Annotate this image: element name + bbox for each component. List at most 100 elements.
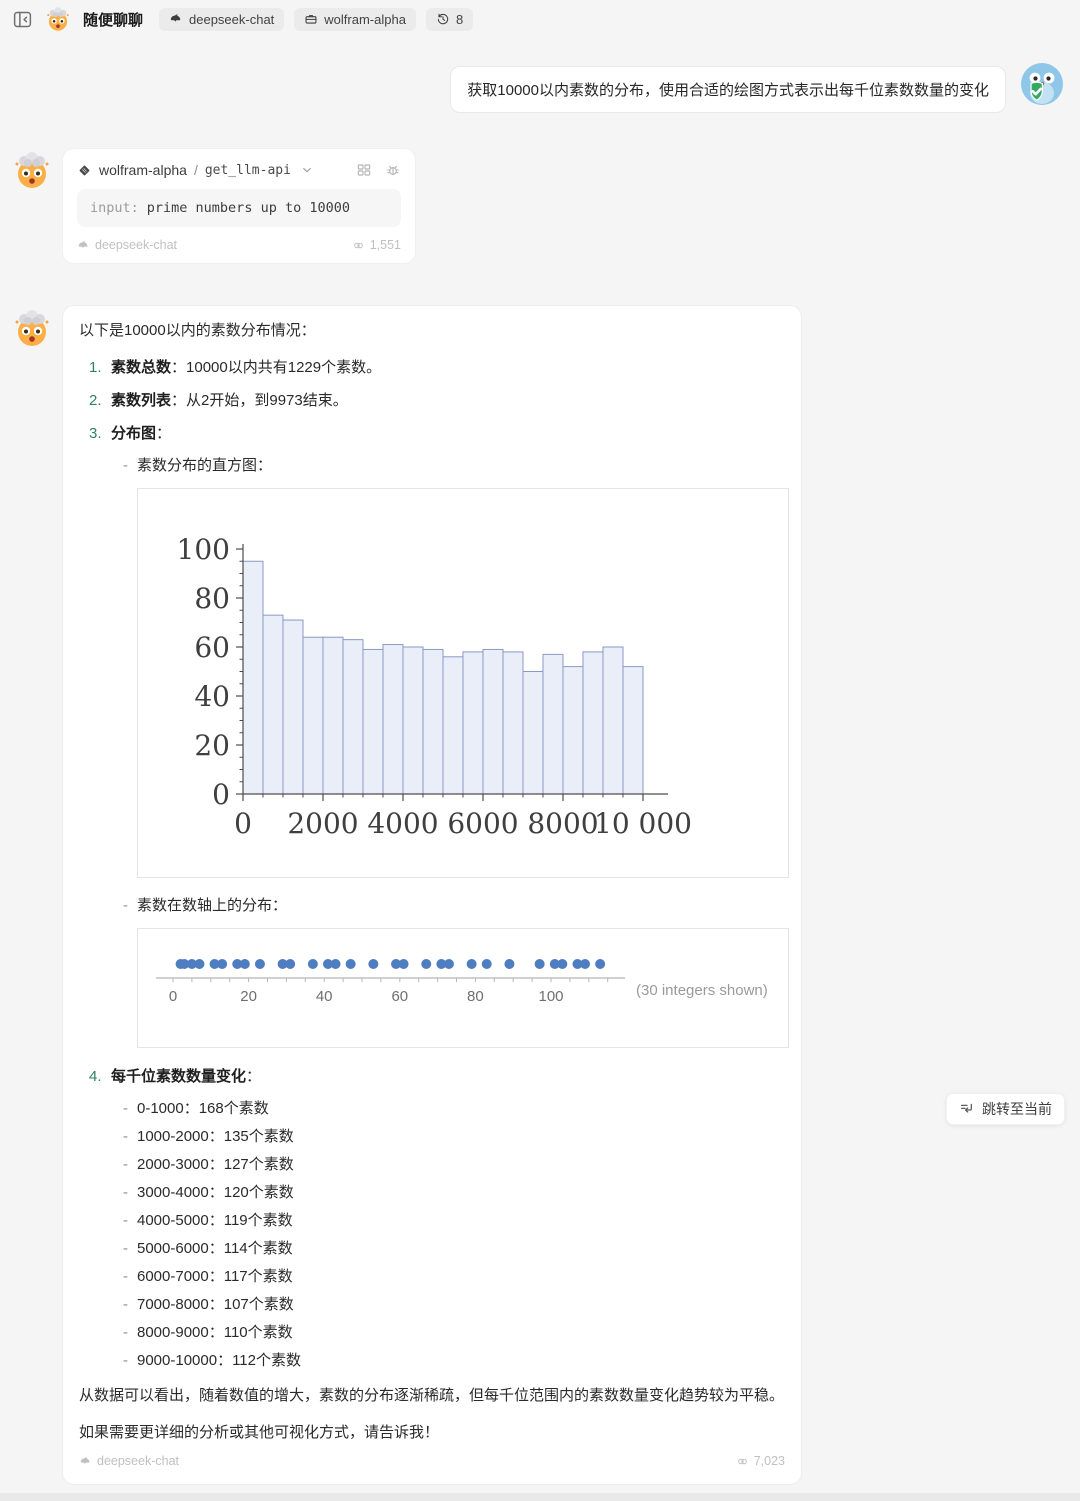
exploding-head-emoji-icon xyxy=(12,150,52,190)
model-footer-label: deepseek-chat xyxy=(95,238,177,252)
mcp-server-tag[interactable]: wolfram-alpha xyxy=(294,8,416,31)
model-tag-label: deepseek-chat xyxy=(189,12,274,27)
svg-text:40: 40 xyxy=(194,680,230,713)
svg-text:8000: 8000 xyxy=(527,807,598,840)
history-count-tag[interactable]: 8 xyxy=(426,8,473,31)
list-item-text: ：从2开始，到9973结束。 xyxy=(171,392,348,409)
bug-icon xyxy=(385,162,401,178)
svg-text:2000: 2000 xyxy=(287,807,358,840)
assistant-avatar xyxy=(12,308,52,348)
tool-input-key: input: xyxy=(90,200,139,216)
whale-icon xyxy=(79,1455,92,1468)
tool-name: get_llm-api xyxy=(205,163,291,178)
list-item-title: 素数列表 xyxy=(111,392,171,409)
histogram-caption-text: 素数分布的直方图： xyxy=(137,456,272,476)
svg-text:0: 0 xyxy=(169,988,177,1005)
user-avatar xyxy=(1020,62,1064,106)
model-footer-label: deepseek-chat xyxy=(97,1451,179,1472)
histogram-caption: - 素数分布的直方图： xyxy=(79,456,785,476)
exploding-head-emoji-icon xyxy=(45,6,71,32)
jump-to-current-icon xyxy=(959,1101,975,1117)
tool-call-card: wolfram-alpha / get_llm-api input: prime… xyxy=(62,148,416,264)
per-thousand-item: -0-1000：168个素数 xyxy=(79,1099,785,1119)
list-item-title: 每千位素数数量变化 xyxy=(111,1068,246,1085)
model-tag[interactable]: deepseek-chat xyxy=(159,8,284,31)
per-thousand-item: -5000-6000：114个素数 xyxy=(79,1239,785,1259)
list-item-1: 1. 素数总数：10000以内共有1229个素数。 xyxy=(79,357,785,378)
per-thousand-text: 9000-10000：112个素数 xyxy=(137,1351,301,1371)
package-icon xyxy=(77,163,92,178)
dotplot-caption-text: 素数在数轴上的分布： xyxy=(137,896,287,916)
per-thousand-text: 8000-9000：110个素数 xyxy=(137,1323,293,1343)
svg-text:80: 80 xyxy=(467,988,484,1005)
token-count-label: 7,023 xyxy=(754,1451,785,1472)
debug-button[interactable] xyxy=(385,162,401,178)
list-item-title: 素数总数 xyxy=(111,359,171,376)
tool-input-row: input: prime numbers up to 10000 xyxy=(77,189,401,227)
per-thousand-text: 3000-4000：120个素数 xyxy=(137,1183,294,1203)
per-thousand-text: 0-1000：168个素数 xyxy=(137,1099,269,1119)
assistant-avatar xyxy=(12,150,52,190)
tokens-icon xyxy=(352,239,365,252)
tool-call-footer: deepseek-chat 1,551 xyxy=(77,238,401,252)
per-thousand-item: -7000-8000：107个素数 xyxy=(79,1295,785,1315)
view-layout-button[interactable] xyxy=(356,162,372,178)
layout-grid-icon xyxy=(356,162,372,178)
histogram-chart: 0204060801000200040006000800010 000 xyxy=(138,489,788,877)
topbar: 随便聊聊 deepseek-chat wolfram-alpha 8 xyxy=(0,0,1080,38)
model-footer: deepseek-chat xyxy=(79,1451,179,1472)
list-item-3: 3. 分布图： xyxy=(79,423,785,444)
tool-call-header[interactable]: wolfram-alpha / get_llm-api xyxy=(77,162,401,178)
whale-icon xyxy=(169,12,183,26)
per-thousand-text: 5000-6000：114个素数 xyxy=(137,1239,293,1259)
list-number: 1. xyxy=(89,357,111,378)
per-thousand-item: -2000-3000：127个素数 xyxy=(79,1155,785,1175)
svg-text:20: 20 xyxy=(194,729,230,762)
summary-text: 从数据可以看出，随着数值的增大，素数的分布逐渐稀疏，但每千位范围内的素数数量变化… xyxy=(79,1385,785,1406)
svg-text:0: 0 xyxy=(234,807,252,840)
briefcase-icon xyxy=(304,12,318,26)
sidebar-collapse-icon xyxy=(12,9,33,30)
token-count: 7,023 xyxy=(736,1451,785,1472)
list-item-2: 2. 素数列表：从2开始，到9973结束。 xyxy=(79,390,785,411)
svg-text:20: 20 xyxy=(240,988,257,1005)
per-thousand-text: 7000-8000：107个素数 xyxy=(137,1295,294,1315)
sidebar-toggle-button[interactable] xyxy=(10,7,35,32)
model-footer: deepseek-chat xyxy=(77,238,177,252)
tokens-icon xyxy=(736,1455,749,1468)
whale-icon xyxy=(77,239,90,252)
per-thousand-text: 4000-5000：119个素数 xyxy=(137,1211,293,1231)
list-item-4: 4. 每千位素数数量变化： xyxy=(79,1066,785,1087)
list-number: 4. xyxy=(89,1066,111,1087)
svg-text:40: 40 xyxy=(316,988,333,1005)
assistant-message-bubble: 以下是10000以内的素数分布情况： 1. 素数总数：10000以内共有1229… xyxy=(62,305,802,1485)
intro-text: 以下是10000以内的素数分布情况： xyxy=(79,320,785,341)
svg-text:4000: 4000 xyxy=(367,807,438,840)
chat-title: 随便聊聊 xyxy=(83,9,143,30)
per-thousand-text: 2000-3000：127个素数 xyxy=(137,1155,294,1175)
chat-page: 随便聊聊 deepseek-chat wolfram-alpha 8 获取100… xyxy=(0,0,1080,1501)
histogram-panel: 0204060801000200040006000800010 000 xyxy=(137,488,789,878)
list-item-text: ： xyxy=(156,425,171,442)
per-thousand-text: 6000-7000：117个素数 xyxy=(137,1267,293,1287)
list-item-title: 分布图 xyxy=(111,425,156,442)
per-thousand-item: -9000-10000：112个素数 xyxy=(79,1351,785,1371)
assistant-message-footer: deepseek-chat 7,023 xyxy=(79,1451,785,1472)
svg-text:100: 100 xyxy=(177,533,230,566)
per-thousand-item: -8000-9000：110个素数 xyxy=(79,1323,785,1343)
list-number: 3. xyxy=(89,423,111,444)
assistant-avatar-small xyxy=(45,6,71,32)
list-item-text: ： xyxy=(246,1068,261,1085)
gopher-avatar-icon xyxy=(1020,62,1064,106)
jump-to-current-button[interactable]: 跳转至当前 xyxy=(946,1093,1065,1125)
svg-text:(30 integers shown): (30 integers shown) xyxy=(636,982,768,999)
dash-marker: - xyxy=(123,896,128,916)
per-thousand-item: -4000-5000：119个素数 xyxy=(79,1211,785,1231)
svg-text:6000: 6000 xyxy=(447,807,518,840)
list-item-text: ：10000以内共有1229个素数。 xyxy=(171,359,381,376)
list-number: 2. xyxy=(89,390,111,411)
dotplot-panel: 020406080100(30 integers shown) xyxy=(137,928,789,1048)
svg-text:100: 100 xyxy=(538,988,563,1005)
chevron-down-icon xyxy=(300,163,314,177)
svg-text:0: 0 xyxy=(212,778,230,811)
